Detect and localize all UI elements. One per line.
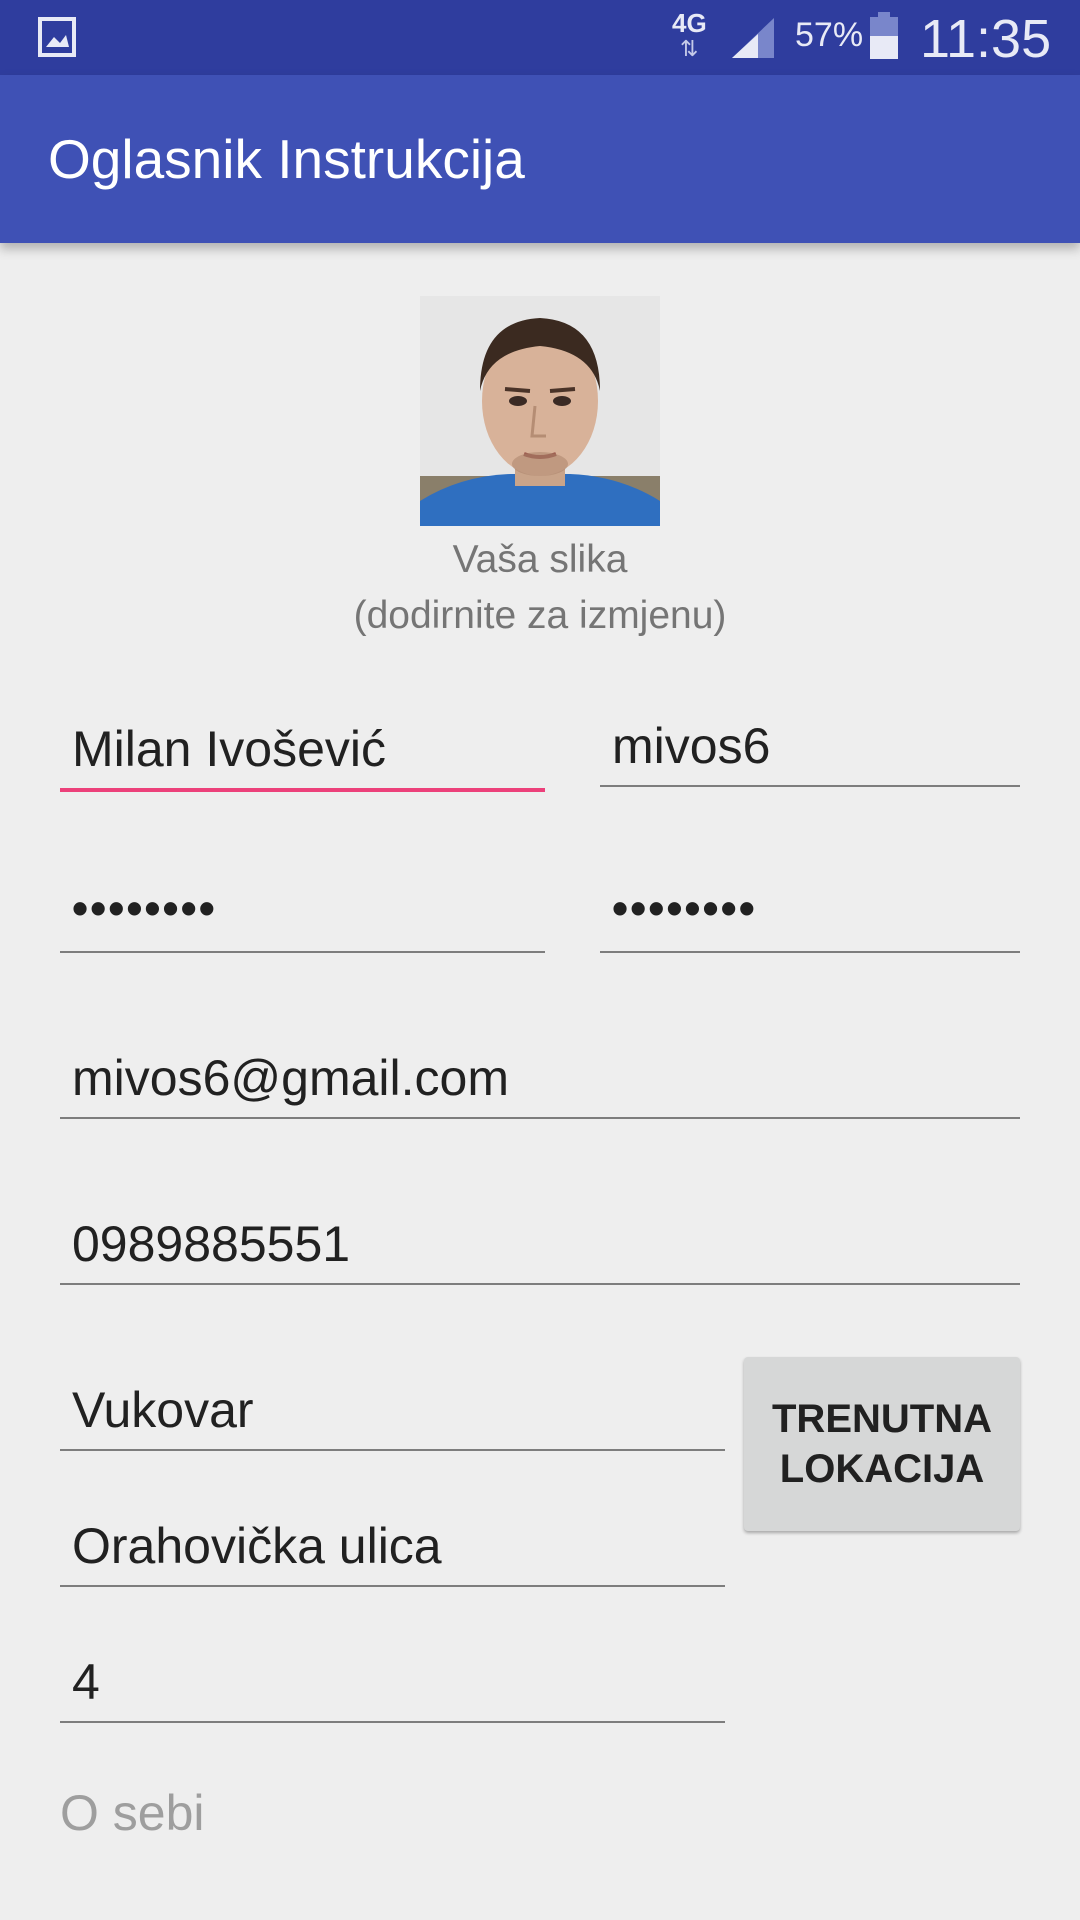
- status-bar: 4G ⇅ 57% 11:35: [0, 0, 1080, 75]
- city-field[interactable]: Vukovar: [60, 1364, 725, 1451]
- photo-caption-hint: (dodirnite za izmjenu): [353, 594, 727, 637]
- phone-value: 0989885551: [72, 1216, 351, 1272]
- email-field[interactable]: mivos6@gmail.com: [60, 1032, 1020, 1119]
- current-location-button[interactable]: TRENUTNA LOKACIJA: [744, 1357, 1020, 1531]
- data-arrows-icon: ⇅: [680, 36, 699, 61]
- app-title: Oglasnik Instrukcija: [48, 128, 525, 190]
- house-number-value: 4: [72, 1654, 100, 1710]
- network-type-label: 4G: [672, 8, 707, 38]
- profile-photo-image: [420, 296, 660, 526]
- signal-icon: [732, 18, 774, 58]
- street-field[interactable]: Orahovička ulica: [60, 1500, 725, 1587]
- full-name-value: Milan Ivošević: [72, 721, 386, 777]
- about-me-field[interactable]: O sebi: [60, 1784, 205, 1842]
- street-value: Orahovička ulica: [72, 1518, 442, 1574]
- house-number-field[interactable]: 4: [60, 1636, 725, 1723]
- gallery-icon: [38, 17, 76, 57]
- password-value: ••••••••: [72, 882, 217, 934]
- password-repeat-value: ••••••••: [612, 882, 757, 934]
- username-field[interactable]: mivos6: [600, 700, 1020, 787]
- username-value: mivos6: [612, 718, 771, 774]
- profile-photo[interactable]: [420, 296, 660, 526]
- photo-caption: Vaša slika: [452, 538, 628, 581]
- city-value: Vukovar: [72, 1382, 254, 1438]
- password-repeat-field[interactable]: ••••••••: [600, 866, 1020, 953]
- battery-icon: [870, 12, 898, 59]
- clock: 11:35: [920, 9, 1052, 69]
- app-bar: Oglasnik Instrukcija: [0, 75, 1080, 243]
- full-name-field[interactable]: Milan Ivošević: [60, 700, 545, 792]
- phone-field[interactable]: 0989885551: [60, 1198, 1020, 1285]
- email-value: mivos6@gmail.com: [72, 1050, 509, 1106]
- battery-percent: 57%: [795, 16, 864, 54]
- password-field[interactable]: ••••••••: [60, 866, 545, 953]
